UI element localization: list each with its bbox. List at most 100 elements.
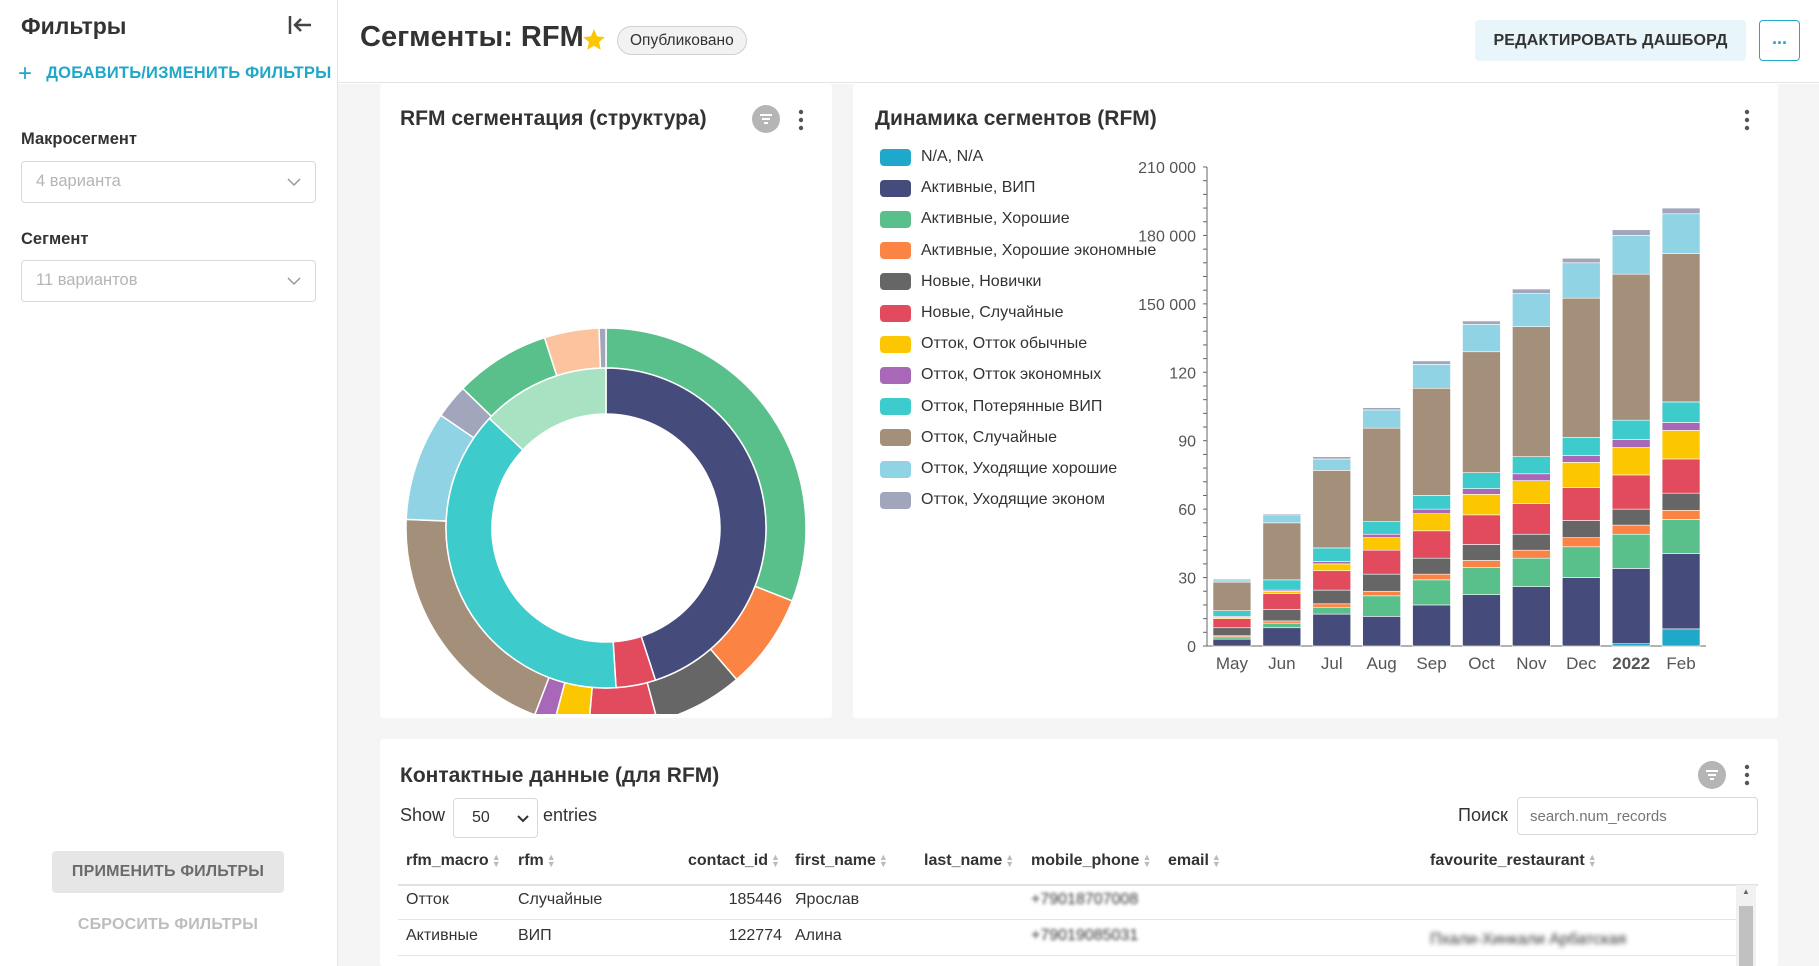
cell-first-name: Ярослав	[795, 891, 860, 908]
legend-swatch	[880, 366, 911, 384]
page-size-select[interactable]: 50	[453, 798, 538, 838]
column-header-rfm-macro[interactable]: rfm_macro ▲ ▼	[406, 852, 501, 870]
legend-item[interactable]: Отток, Отток обычные	[880, 333, 1087, 355]
column-header-label: last_name	[924, 852, 1003, 869]
legend-label: Активные, ВИП	[921, 179, 1036, 197]
legend-label: Отток, Уходящие эконом	[921, 491, 1105, 509]
legend-item[interactable]: Отток, Уходящие эконом	[880, 489, 1105, 511]
segment-label: Сегмент	[21, 230, 89, 248]
kebab-menu-icon[interactable]	[795, 108, 807, 132]
more-options-button[interactable]: ...	[1759, 20, 1800, 61]
macrosegment-placeholder: 4 варианта	[36, 172, 121, 190]
donut-chart-card: RFM сегментация (структура)	[380, 84, 832, 718]
chevron-down-icon	[287, 178, 301, 187]
legend-swatch	[880, 335, 911, 353]
cell-first-name: Алина	[795, 927, 842, 944]
column-header-rfm[interactable]: rfm ▲ ▼	[518, 852, 556, 870]
add-filters-button[interactable]: + ДОБАВИТЬ/ИЗМЕНИТЬ ФИЛЬТРЫ	[18, 61, 332, 85]
page-title: Сегменты: RFM	[360, 21, 584, 53]
entries-label: entries	[543, 805, 598, 825]
sort-icon: ▲ ▼	[878, 851, 888, 869]
scroll-up-icon[interactable]: ▲	[1736, 885, 1756, 899]
legend-item[interactable]: Новые, Случайные	[880, 302, 1064, 324]
legend-item[interactable]: N/A, N/A	[880, 146, 983, 168]
column-header-mobile-phone[interactable]: mobile_phone ▲ ▼	[1031, 852, 1151, 870]
donut-chart	[405, 327, 807, 714]
macrosegment-select[interactable]: 4 варианта	[21, 161, 316, 203]
legend-label: Отток, Случайные	[921, 428, 1058, 446]
legend-swatch	[880, 491, 911, 509]
legend-label: Отток, Отток экономных	[921, 366, 1102, 384]
sort-icon: ▲ ▼	[491, 851, 501, 869]
filters-sidebar: Фильтры + ДОБАВИТЬ/ИЗМЕНИТЬ ФИЛЬТРЫ Макр…	[0, 0, 338, 966]
cell-mobile-phone: +79019085031	[1031, 927, 1139, 944]
legend-swatch	[880, 210, 911, 228]
column-header-label: favourite_restaurant	[1430, 852, 1585, 869]
cell-rfm-macro: Отток	[406, 891, 449, 908]
cell-rfm-macro: Активные	[406, 927, 478, 944]
legend-swatch	[880, 179, 911, 197]
sort-icon: ▲ ▼	[1005, 851, 1015, 869]
edit-dashboard-button[interactable]: РЕДАКТИРОВАТЬ ДАШБОРД	[1475, 20, 1746, 61]
search-input[interactable]	[1517, 797, 1758, 835]
cell-rfm: ВИП	[518, 927, 552, 944]
legend-item[interactable]: Активные, Хорошие	[880, 208, 1070, 230]
dashboard-header: Сегменты: RFM Опубликовано РЕДАКТИРОВАТЬ…	[338, 0, 1819, 83]
legend-item[interactable]: Отток, Уходящие хорошие	[880, 458, 1117, 480]
legend-item[interactable]: Отток, Потерянные ВИП	[880, 396, 1102, 418]
legend-label: Активные, Хорошие экономные	[921, 241, 1157, 259]
cell-contact-id: 185446	[728, 891, 782, 908]
legend-label: Новые, Новички	[921, 272, 1042, 290]
column-header-last-name[interactable]: last_name ▲ ▼	[924, 852, 1014, 870]
legend-label: Активные, Хорошие	[921, 210, 1070, 228]
column-header-favourite-restaurant[interactable]: favourite_restaurant ▲ ▼	[1430, 852, 1597, 870]
column-header-contact-id[interactable]: contact_id ▲ ▼	[688, 852, 780, 870]
scrollbar-thumb[interactable]	[1739, 906, 1753, 966]
legend-item[interactable]: Отток, Отток экономных	[880, 364, 1101, 386]
column-header-email[interactable]: email ▲ ▼	[1168, 852, 1221, 870]
filter-icon[interactable]	[1698, 761, 1726, 789]
filter-icon[interactable]	[752, 105, 780, 133]
column-header-label: email	[1168, 852, 1209, 869]
status-badge: Опубликовано	[617, 26, 747, 55]
column-header-label: mobile_phone	[1031, 852, 1140, 869]
legend-swatch	[880, 148, 911, 166]
legend-swatch	[880, 304, 911, 322]
legend-item[interactable]: Активные, ВИП	[880, 177, 1035, 199]
legend-item[interactable]: Новые, Новички	[880, 271, 1041, 293]
segment-select[interactable]: 11 вариантов	[21, 260, 316, 302]
kebab-menu-icon[interactable]	[1741, 763, 1753, 787]
show-label: Show	[400, 805, 446, 825]
macrosegment-label: Макросегмент	[21, 130, 137, 148]
add-filters-label: ДОБАВИТЬ/ИЗМЕНИТЬ ФИЛЬТРЫ	[46, 64, 332, 82]
chevron-down-icon	[517, 815, 529, 823]
legend-swatch	[880, 242, 911, 260]
segment-placeholder: 11 вариантов	[36, 271, 138, 289]
table-title: Контактные данные (для RFM)	[400, 764, 720, 787]
kebab-menu-icon[interactable]	[1741, 108, 1753, 132]
legend-label: N/A, N/A	[921, 148, 984, 165]
reset-filters-button[interactable]: СБРОСИТЬ ФИЛЬТРЫ	[52, 905, 284, 945]
column-header-first-name[interactable]: first_name ▲ ▼	[795, 852, 888, 870]
table-scrollbar[interactable]: ▲	[1736, 885, 1756, 966]
column-header-label: first_name	[795, 852, 876, 869]
legend-swatch	[880, 460, 911, 478]
star-icon[interactable]	[581, 27, 607, 53]
sidebar-title: Фильтры	[21, 13, 127, 39]
legend-label: Отток, Потерянные ВИП	[921, 397, 1103, 415]
column-header-label: rfm	[518, 852, 544, 869]
search-label: Поиск	[1458, 805, 1508, 825]
column-header-label: rfm_macro	[406, 852, 489, 869]
legend-swatch	[880, 398, 911, 416]
legend-item[interactable]: Активные, Хорошие экономные	[880, 240, 1156, 262]
apply-filters-button[interactable]: ПРИМЕНИТЬ ФИЛЬТРЫ	[52, 851, 284, 893]
outer-ring-slice[interactable]	[598, 327, 607, 369]
collapse-sidebar-icon[interactable]	[287, 12, 313, 38]
legend-item[interactable]: Отток, Случайные	[880, 427, 1057, 449]
legend-swatch	[880, 429, 911, 447]
cell-favourite-restaurant: Пхали-Хинкали Арбатская	[1430, 931, 1627, 948]
legend-label: Новые, Случайные	[921, 304, 1064, 321]
column-header-label: contact_id	[688, 852, 769, 869]
cell-mobile-phone: +79018707008	[1031, 891, 1139, 908]
sort-icon: ▲ ▼	[1142, 851, 1152, 869]
